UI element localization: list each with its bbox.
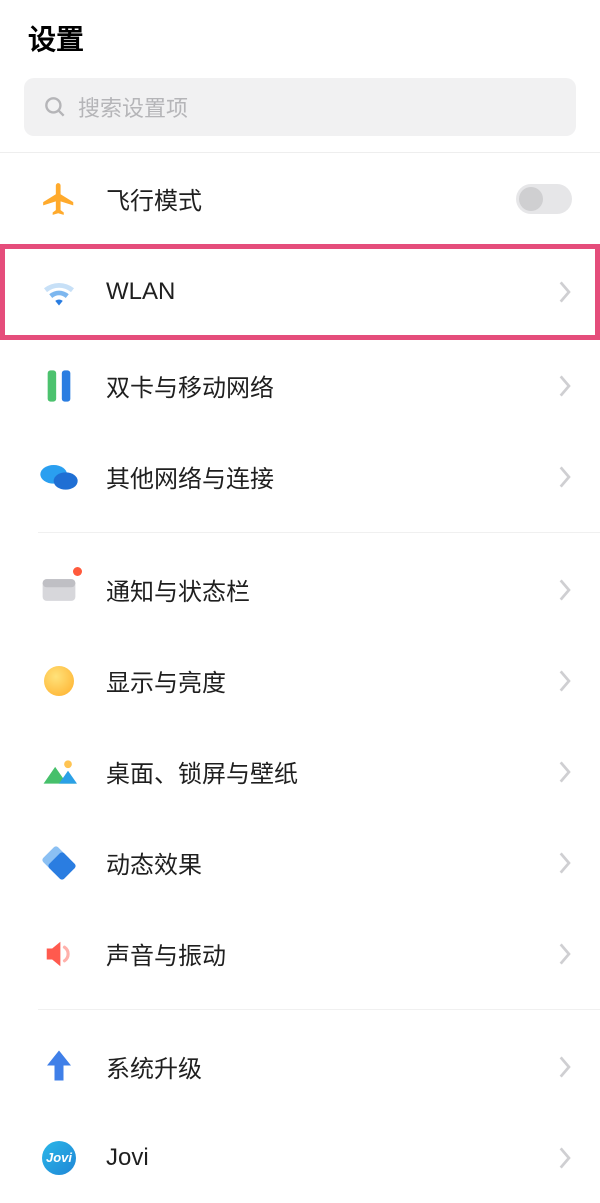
search-container: 搜索设置项 [0,72,600,152]
row-motion-effects[interactable]: 动态效果 [0,817,600,908]
row-airplane-mode[interactable]: 飞行模式 [0,153,600,244]
motion-icon [38,842,80,884]
brightness-icon [38,660,80,702]
airplane-toggle[interactable] [516,184,572,214]
toggle-knob [519,187,543,211]
row-label: 动态效果 [106,845,559,880]
row-wallpaper[interactable]: 桌面、锁屏与壁纸 [0,726,600,817]
wallpaper-icon [38,751,80,793]
row-label: 飞行模式 [106,181,516,216]
sound-icon [38,933,80,975]
row-jovi[interactable]: Jovi Jovi [0,1112,600,1203]
group-separator [0,999,600,1021]
row-label: 通知与状态栏 [106,572,559,607]
airplane-icon [38,178,80,220]
row-label: 其他网络与连接 [106,459,559,494]
connections-icon [38,456,80,498]
chevron-right-icon [559,466,572,488]
row-other-network[interactable]: 其他网络与连接 [0,431,600,522]
chevron-right-icon [559,375,572,397]
row-notifications[interactable]: 通知与状态栏 [0,544,600,635]
search-placeholder: 搜索设置项 [78,91,188,123]
row-label: 系统升级 [106,1049,559,1084]
row-label: 声音与振动 [106,936,559,971]
page-title: 设置 [28,18,572,58]
badge-dot-icon [73,567,82,576]
row-system-upgrade[interactable]: 系统升级 [0,1021,600,1112]
chevron-right-icon [559,943,572,965]
chevron-right-icon [559,852,572,874]
row-label: Jovi [106,1144,559,1172]
jovi-icon: Jovi [38,1137,80,1179]
header: 设置 [0,0,600,72]
row-dual-sim[interactable]: 双卡与移动网络 [0,340,600,431]
row-label: 双卡与移动网络 [106,368,559,403]
dual-sim-icon [38,365,80,407]
notification-icon [38,569,80,611]
row-label: WLAN [106,278,559,306]
wifi-icon [38,271,80,313]
chevron-right-icon [559,1056,572,1078]
chevron-right-icon [559,579,572,601]
chevron-right-icon [559,1147,572,1169]
chevron-right-icon [559,281,572,303]
group-separator [0,522,600,544]
row-label: 显示与亮度 [106,663,559,698]
search-input[interactable]: 搜索设置项 [24,78,576,136]
row-sound[interactable]: 声音与振动 [0,908,600,999]
row-wlan[interactable]: WLAN [0,244,600,340]
row-display[interactable]: 显示与亮度 [0,635,600,726]
row-label: 桌面、锁屏与壁纸 [106,754,559,789]
search-icon [42,94,68,120]
chevron-right-icon [559,670,572,692]
upgrade-icon [38,1046,80,1088]
chevron-right-icon [559,761,572,783]
